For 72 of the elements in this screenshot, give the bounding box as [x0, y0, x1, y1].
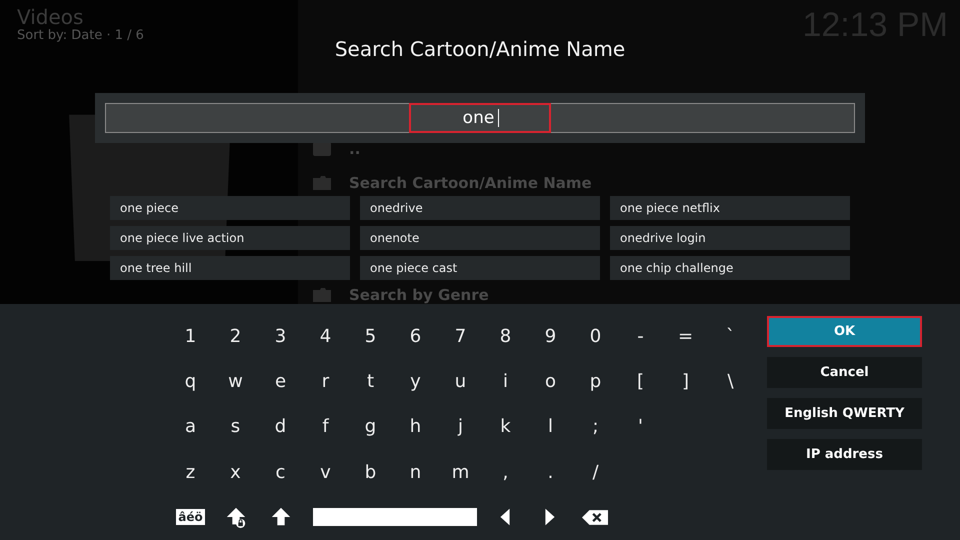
keyboard-key[interactable]: v [303, 452, 348, 492]
suggestion-item[interactable]: one piece [110, 196, 350, 220]
suggestion-item[interactable]: onedrive login [610, 226, 850, 250]
suggestion-item[interactable]: one piece cast [360, 256, 600, 280]
keyboard-key[interactable]: p [573, 361, 618, 402]
keyboard-key[interactable]: 5 [348, 316, 393, 356]
suggestion-item[interactable]: one tree hill [110, 256, 350, 280]
keyboard-key[interactable]: a [168, 406, 213, 447]
keyboard-key[interactable]: i [483, 361, 528, 402]
keyboard-key[interactable]: 6 [393, 316, 438, 356]
keyboard-key[interactable]: m [438, 452, 483, 492]
keyboard-key[interactable]: u [438, 361, 483, 402]
accents-key[interactable]: âéö [176, 509, 205, 526]
backspace-icon[interactable] [582, 508, 608, 527]
keyboard-key[interactable]: 7 [438, 316, 483, 356]
shift-icon[interactable] [270, 506, 292, 528]
keyboard-key[interactable]: ` [708, 316, 753, 356]
input-value: one [408, 103, 552, 133]
keyboard-key[interactable]: 0 [573, 316, 618, 356]
keyboard-key[interactable]: g [348, 406, 393, 447]
keyboard-key[interactable]: o [528, 361, 573, 402]
keyboard-key[interactable]: h [393, 406, 438, 447]
folder-icon [313, 176, 331, 190]
suggestion-item[interactable]: onedrive [360, 196, 600, 220]
keyboard-key[interactable]: 9 [528, 316, 573, 356]
keyboard-key[interactable]: . [528, 452, 573, 492]
suggestion-item[interactable]: one piece live action [110, 226, 350, 250]
dialog-button[interactable]: English QWERTY [767, 398, 922, 429]
keyboard-key[interactable]: 2 [213, 316, 258, 356]
keyboard-key[interactable]: - [618, 316, 663, 356]
keyboard-key[interactable]: ; [573, 406, 618, 447]
keyboard-key[interactable]: / [573, 452, 618, 492]
keyboard-key[interactable]: y [393, 361, 438, 402]
keyboard-key[interactable]: t [348, 361, 393, 402]
keyboard-key[interactable]: 4 [303, 316, 348, 356]
keyboard-key[interactable]: r [303, 361, 348, 402]
suggestion-item[interactable]: one piece netflix [610, 196, 850, 220]
sort-label: Sort by: Date · 1 / 6 [17, 28, 145, 43]
keyboard-key[interactable]: , [483, 452, 528, 492]
keyboard-key[interactable]: b [348, 452, 393, 492]
keyboard-key[interactable]: w [213, 361, 258, 402]
keyboard-key[interactable]: s [213, 406, 258, 447]
keyboard-key[interactable]: \ [708, 361, 753, 402]
keyboard-key[interactable]: j [438, 406, 483, 447]
caps-lock-icon[interactable] [224, 506, 246, 528]
dialog-title: Search Cartoon/Anime Name [334, 37, 626, 61]
keyboard-key[interactable]: x [213, 452, 258, 492]
keyboard-key[interactable]: l [528, 406, 573, 447]
keyboard-key[interactable]: q [168, 361, 213, 402]
keyboard-key[interactable]: c [258, 452, 303, 492]
keyboard-key[interactable]: [ [618, 361, 663, 402]
keyboard-key[interactable]: ' [618, 406, 663, 447]
dialog-button[interactable]: OK [767, 316, 922, 347]
keyboard-key[interactable]: 8 [483, 316, 528, 356]
keyboard-key[interactable]: d [258, 406, 303, 447]
suggestion-item[interactable]: one chip challenge [610, 256, 850, 280]
space-key[interactable] [313, 508, 477, 526]
keyboard-key[interactable]: = [663, 316, 708, 356]
keyboard-key[interactable]: ] [663, 361, 708, 402]
suggestion-item[interactable]: onenote [360, 226, 600, 250]
keyboard-key[interactable]: n [393, 452, 438, 492]
dialog-button[interactable]: Cancel [767, 356, 922, 388]
keyboard-key[interactable]: z [168, 452, 213, 492]
input-field[interactable]: one [105, 103, 855, 133]
keyboard-key[interactable]: k [483, 406, 528, 447]
folder-icon [313, 288, 331, 302]
keyboard-key[interactable]: 1 [168, 316, 213, 356]
dialog-button[interactable]: IP address [767, 438, 922, 470]
keyboard-key[interactable]: f [303, 406, 348, 447]
keyboard-key[interactable]: e [258, 361, 303, 402]
keyboard-key[interactable]: 3 [258, 316, 303, 356]
page-title: Videos [17, 6, 84, 28]
